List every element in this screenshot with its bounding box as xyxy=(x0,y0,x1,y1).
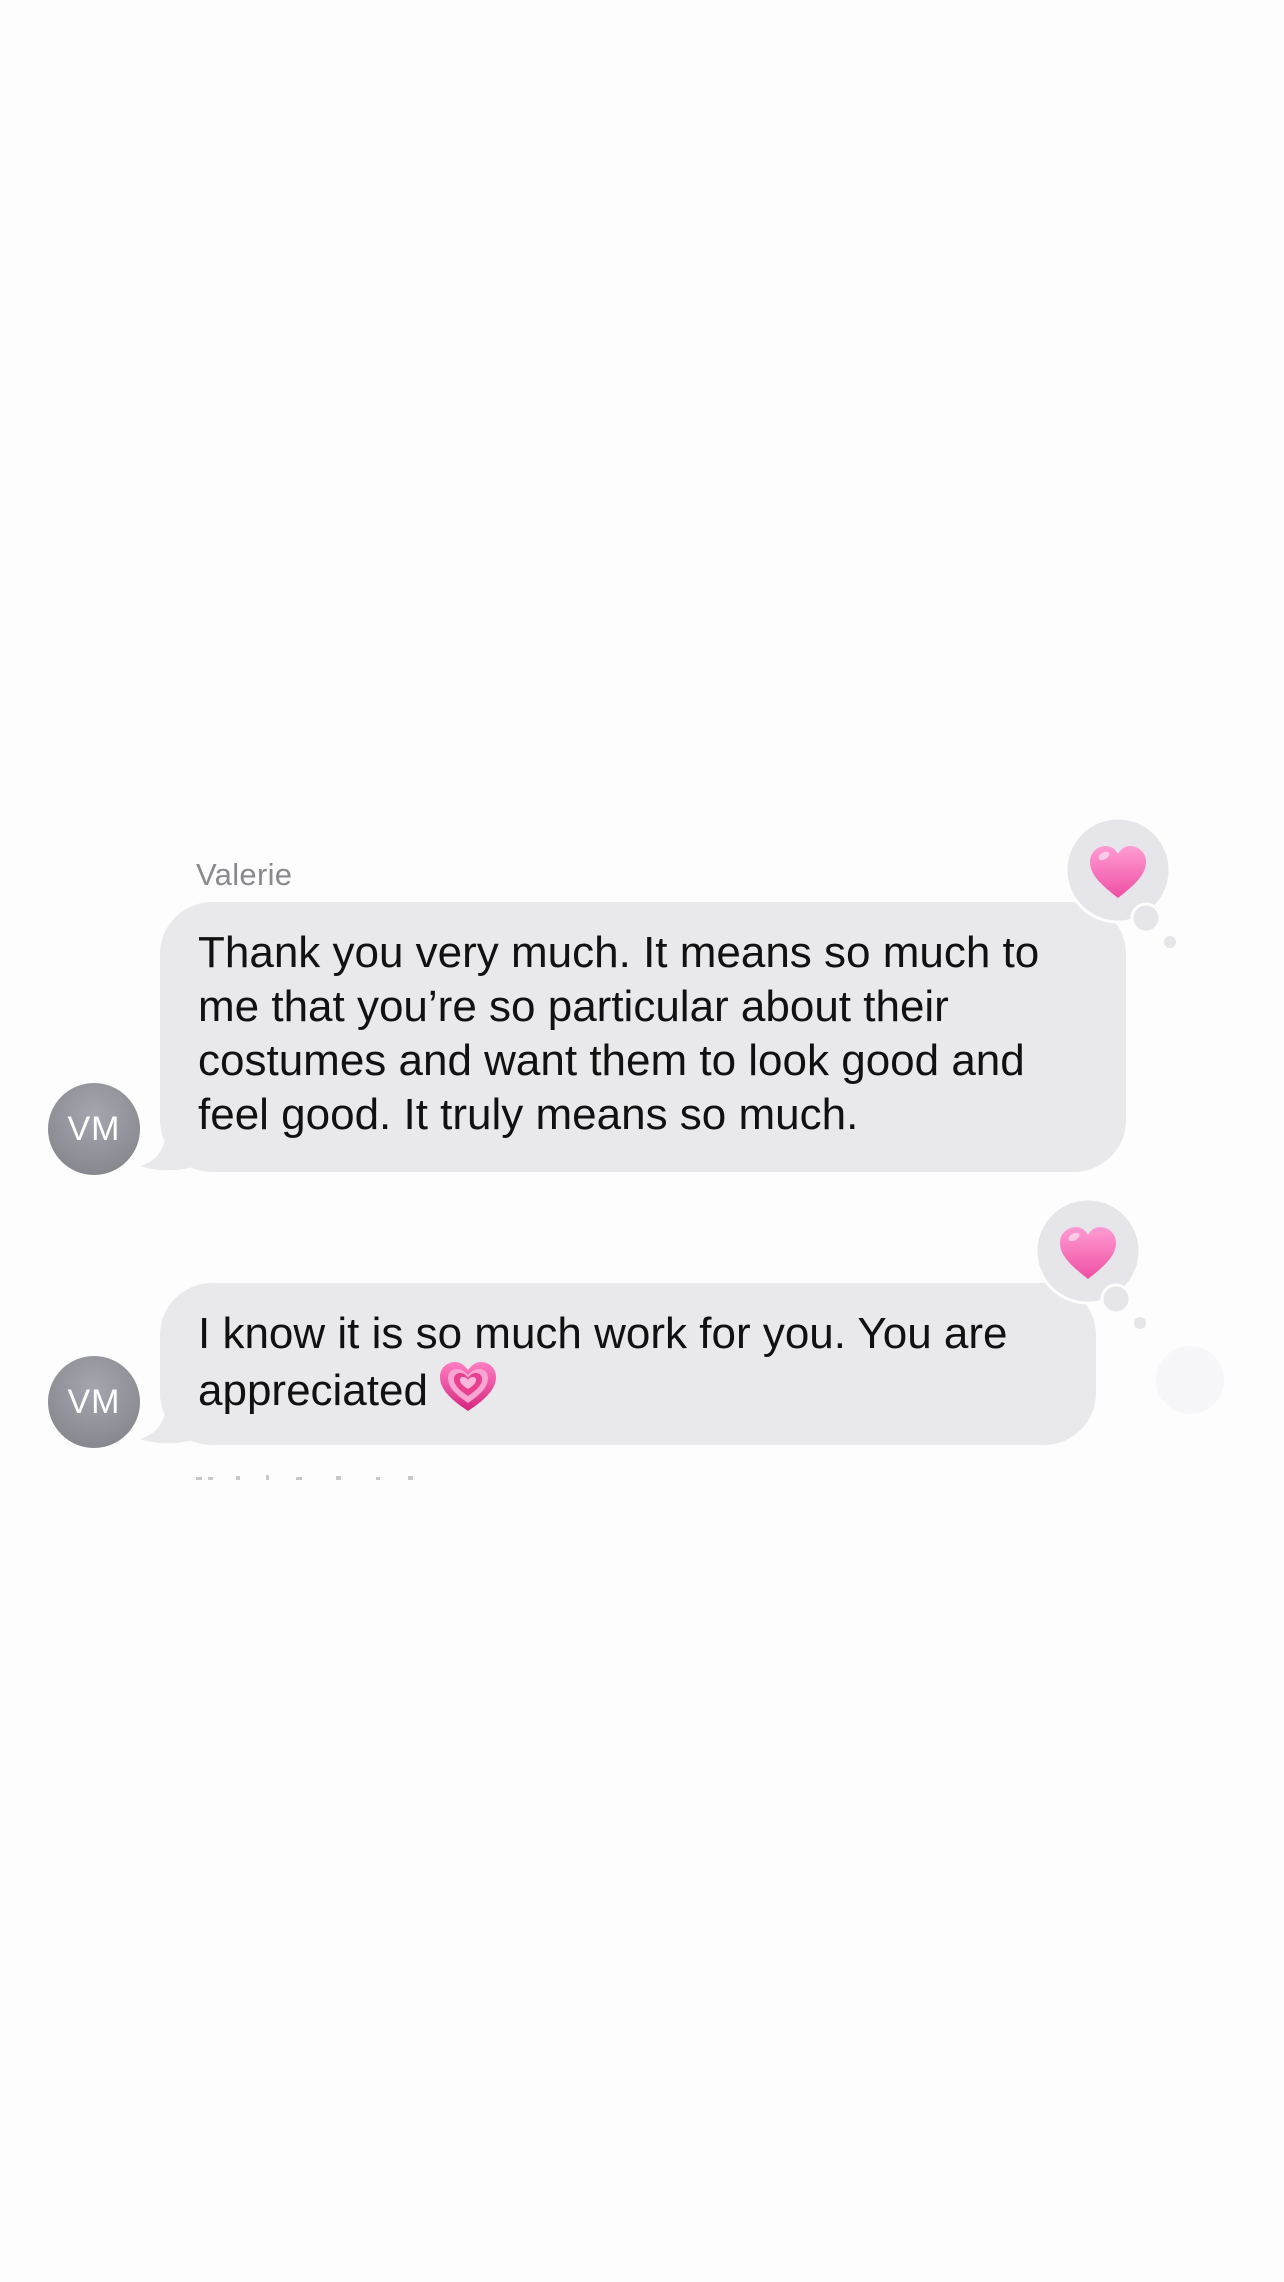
message-bubble[interactable]: I know it is so much work for you. You a… xyxy=(160,1283,1096,1445)
heart-tapback[interactable] xyxy=(1060,818,1180,948)
avatar[interactable]: VM xyxy=(48,1083,140,1175)
ghost-icon xyxy=(1156,1346,1224,1414)
avatar-initials: VM xyxy=(67,1109,121,1148)
sender-name: Valerie xyxy=(196,857,293,892)
avatar[interactable]: VM xyxy=(48,1356,140,1448)
message-text: Thank you very much. It means so much to… xyxy=(198,928,1040,1139)
avatar-initials: VM xyxy=(67,1382,121,1421)
heart-tapback[interactable] xyxy=(1030,1199,1150,1329)
growing-heart-emoji xyxy=(439,1362,496,1411)
message-text: I know it is so much work for you. You a… xyxy=(198,1309,1008,1415)
message-bubble[interactable]: Thank you very much. It means so much to… xyxy=(160,902,1126,1172)
cut-off-text xyxy=(196,1470,426,1480)
